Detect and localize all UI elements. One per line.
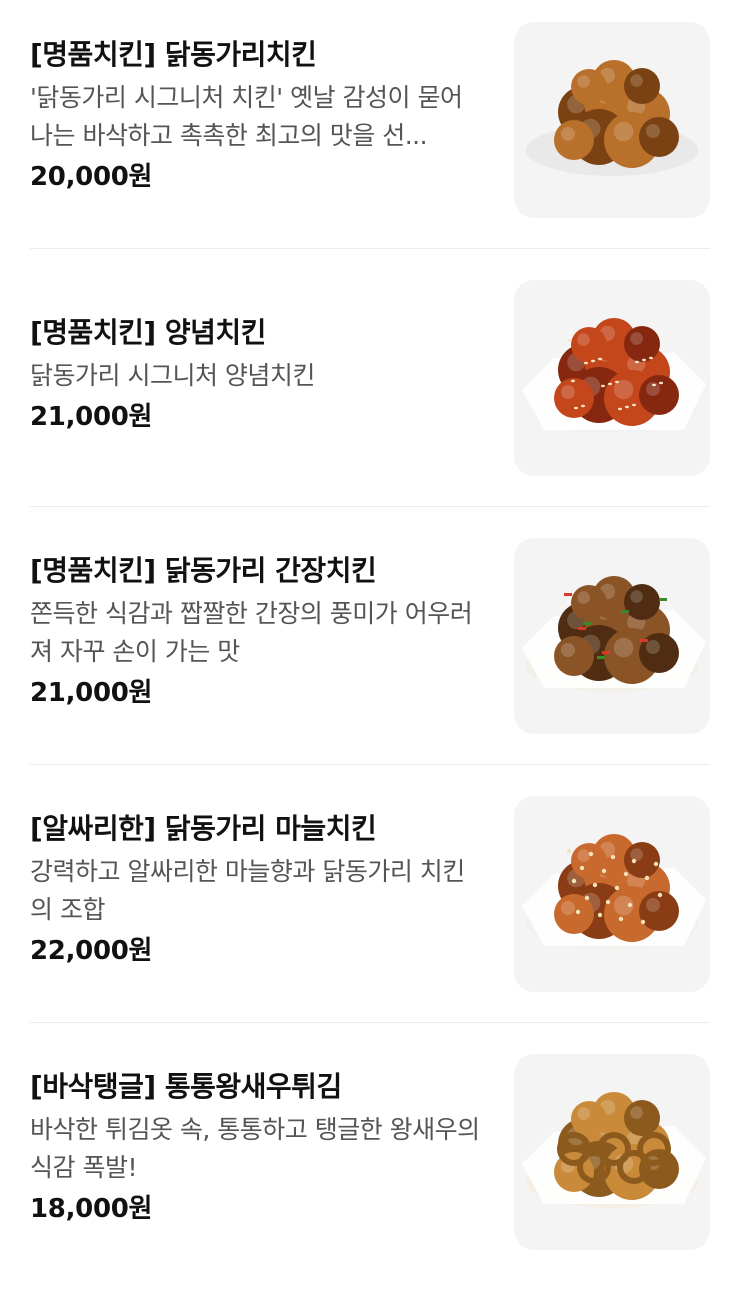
divider bbox=[30, 764, 710, 765]
menu-item-description: '닭동가리 시그니처 치킨' 옛날 감성이 묻어나는 바삭하고 촉촉한 최고의 … bbox=[30, 83, 463, 150]
seasoned-chicken-photo-icon bbox=[522, 318, 706, 434]
fried-chicken-photo-icon bbox=[526, 60, 698, 176]
menu-item-image[interactable] bbox=[514, 538, 710, 734]
menu-item-description: 강력하고 알싸리한 마늘향과 닭동가리 치킨의 조합 bbox=[30, 857, 465, 924]
menu-item[interactable]: [바삭탱글] 통통왕새우튀김 바삭한 튀김옷 속, 통통하고 탱글한 왕새우의 … bbox=[0, 1032, 740, 1290]
menu-item-title: [명품치킨] 닭동가리 간장치킨 bbox=[30, 554, 377, 587]
menu-item-image[interactable] bbox=[514, 280, 710, 476]
menu-item-text: [명품치킨] 양념치킨 닭동가리 시그니처 양념치킨 21,000원 bbox=[30, 315, 480, 435]
divider bbox=[30, 506, 710, 507]
menu-item-price: 18,000원 bbox=[30, 1194, 153, 1224]
menu-item[interactable]: [알싸리한] 닭동가리 마늘치킨 강력하고 알싸리한 마늘향과 닭동가리 치킨의… bbox=[0, 774, 740, 1032]
menu-item-text: [명품치킨] 닭동가리치킨 '닭동가리 시그니처 치킨' 옛날 감성이 묻어나는… bbox=[30, 37, 480, 195]
garlic-chicken-photo-icon bbox=[522, 834, 706, 950]
menu-item-image[interactable] bbox=[514, 796, 710, 992]
menu-item[interactable]: [명품치킨] 양념치킨 닭동가리 시그니처 양념치킨 21,000원 bbox=[0, 258, 740, 516]
menu-item-title: [바삭탱글] 통통왕새우튀김 bbox=[30, 1070, 342, 1103]
soy-chicken-photo-icon bbox=[522, 576, 706, 692]
menu-item-text: [바삭탱글] 통통왕새우튀김 바삭한 튀김옷 속, 통통하고 탱글한 왕새우의 … bbox=[30, 1069, 480, 1227]
menu-item-price: 21,000원 bbox=[30, 402, 153, 432]
fried-shrimp-photo-icon bbox=[522, 1092, 706, 1208]
menu-item[interactable]: [명품치킨] 닭동가리치킨 '닭동가리 시그니처 치킨' 옛날 감성이 묻어나는… bbox=[0, 0, 740, 258]
menu-item-price: 20,000원 bbox=[30, 162, 153, 192]
menu-item-text: [알싸리한] 닭동가리 마늘치킨 강력하고 알싸리한 마늘향과 닭동가리 치킨의… bbox=[30, 811, 480, 969]
menu-item-description: 쫀득한 식감과 짭짤한 간장의 풍미가 어우러져 자꾸 손이 가는 맛 bbox=[30, 599, 473, 666]
divider bbox=[30, 248, 710, 249]
menu-item-description: 바삭한 튀김옷 속, 통통하고 탱글한 왕새우의 식감 폭발! bbox=[30, 1115, 480, 1182]
menu-item-text: [명품치킨] 닭동가리 간장치킨 쫀득한 식감과 짭짤한 간장의 풍미가 어우러… bbox=[30, 553, 480, 711]
divider bbox=[30, 1022, 710, 1023]
menu-item-title: [명품치킨] 닭동가리치킨 bbox=[30, 38, 317, 71]
menu-item-image[interactable] bbox=[514, 22, 710, 218]
menu-item-description: 닭동가리 시그니처 양념치킨 bbox=[30, 361, 315, 390]
menu-item-title: [알싸리한] 닭동가리 마늘치킨 bbox=[30, 812, 377, 845]
menu-item-title: [명품치킨] 양념치킨 bbox=[30, 316, 266, 349]
menu-list: [명품치킨] 닭동가리치킨 '닭동가리 시그니처 치킨' 옛날 감성이 묻어나는… bbox=[0, 0, 740, 1253]
menu-item-price: 21,000원 bbox=[30, 678, 153, 708]
menu-item-price: 22,000원 bbox=[30, 936, 153, 966]
menu-item-image[interactable] bbox=[514, 1054, 710, 1250]
menu-item[interactable]: [명품치킨] 닭동가리 간장치킨 쫀득한 식감과 짭짤한 간장의 풍미가 어우러… bbox=[0, 516, 740, 774]
